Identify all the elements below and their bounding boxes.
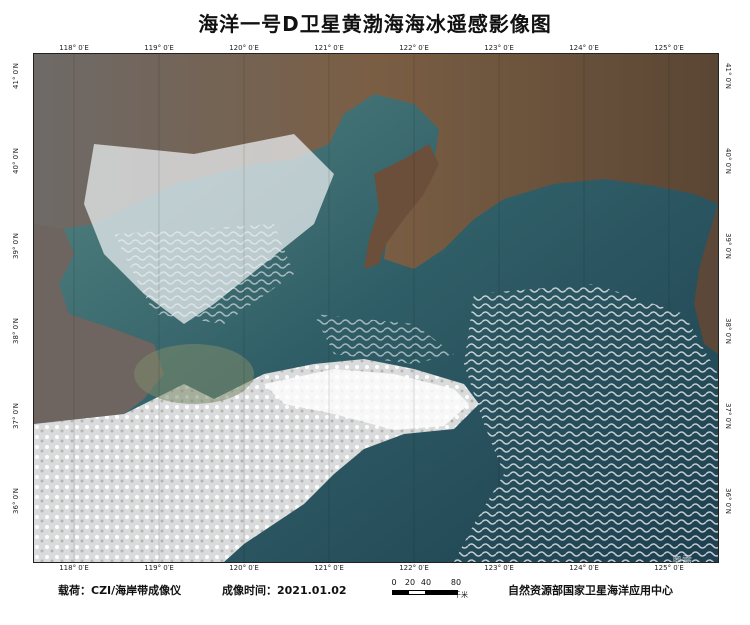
lon-tick-bottom: 123° 0′E — [484, 564, 514, 572]
lat-tick-left: 41° 0′N — [12, 63, 20, 89]
scale-label: 80 — [450, 578, 462, 587]
lon-tick-top: 122° 0′E — [399, 44, 429, 52]
scale-label: 20 — [404, 578, 416, 587]
lat-tick-right: 39° 0′N — [724, 233, 732, 259]
lon-tick-top: 121° 0′E — [314, 44, 344, 52]
scale-unit: 千米 — [454, 591, 468, 599]
lon-tick-bottom: 121° 0′E — [314, 564, 344, 572]
lat-tick-right: 41° 0′N — [724, 63, 732, 89]
lon-tick-bottom: 118° 0′E — [59, 564, 89, 572]
satellite-image — [34, 54, 718, 562]
lon-tick-top: 124° 0′E — [569, 44, 599, 52]
lat-tick-right: 40° 0′N — [724, 148, 732, 174]
lat-tick-left: 40° 0′N — [12, 148, 20, 174]
lon-tick-top: 118° 0′E — [59, 44, 89, 52]
lon-tick-bottom: 124° 0′E — [569, 564, 599, 572]
lat-tick-left: 37° 0′N — [12, 403, 20, 429]
agency-label: 自然资源部国家卫星海洋应用中心 — [508, 584, 673, 597]
watermark: 奥需 — [672, 556, 692, 567]
scale-label: 0 — [391, 578, 397, 587]
imaging-time-label: 成像时间：2021.01.02 — [222, 584, 347, 597]
satellite-map-frame: 118° 0′E 119° 0′E 120° 0′E 121° 0′E 122°… — [12, 44, 732, 572]
lat-tick-left: 39° 0′N — [12, 233, 20, 259]
lon-tick-top: 119° 0′E — [144, 44, 174, 52]
payload-label: 载荷：CZI/海岸带成像仪 — [58, 584, 182, 597]
lon-tick-top: 120° 0′E — [229, 44, 259, 52]
scale-label: 40 — [420, 578, 432, 587]
lat-tick-right: 36° 0′N — [724, 488, 732, 514]
scale-bar-graphic — [392, 590, 458, 595]
map-title: 海洋一号D卫星黄渤海海冰遥感影像图 — [198, 12, 552, 36]
sediment-plume — [134, 344, 254, 404]
lon-tick-top: 123° 0′E — [484, 44, 514, 52]
scale-segment — [393, 591, 409, 594]
scale-bar: 0 20 40 80 千米 — [391, 578, 492, 602]
lat-tick-left: 38° 0′N — [12, 318, 20, 344]
lon-tick-bottom: 119° 0′E — [144, 564, 174, 572]
cloud-streets-yellow-sea — [454, 284, 718, 562]
scale-segment — [425, 591, 457, 594]
lat-tick-left: 36° 0′N — [12, 488, 20, 514]
lat-tick-right: 38° 0′N — [724, 318, 732, 344]
lon-tick-bottom: 122° 0′E — [399, 564, 429, 572]
lon-tick-top: 125° 0′E — [654, 44, 684, 52]
lat-tick-right: 37° 0′N — [724, 403, 732, 429]
lon-tick-bottom: 120° 0′E — [229, 564, 259, 572]
